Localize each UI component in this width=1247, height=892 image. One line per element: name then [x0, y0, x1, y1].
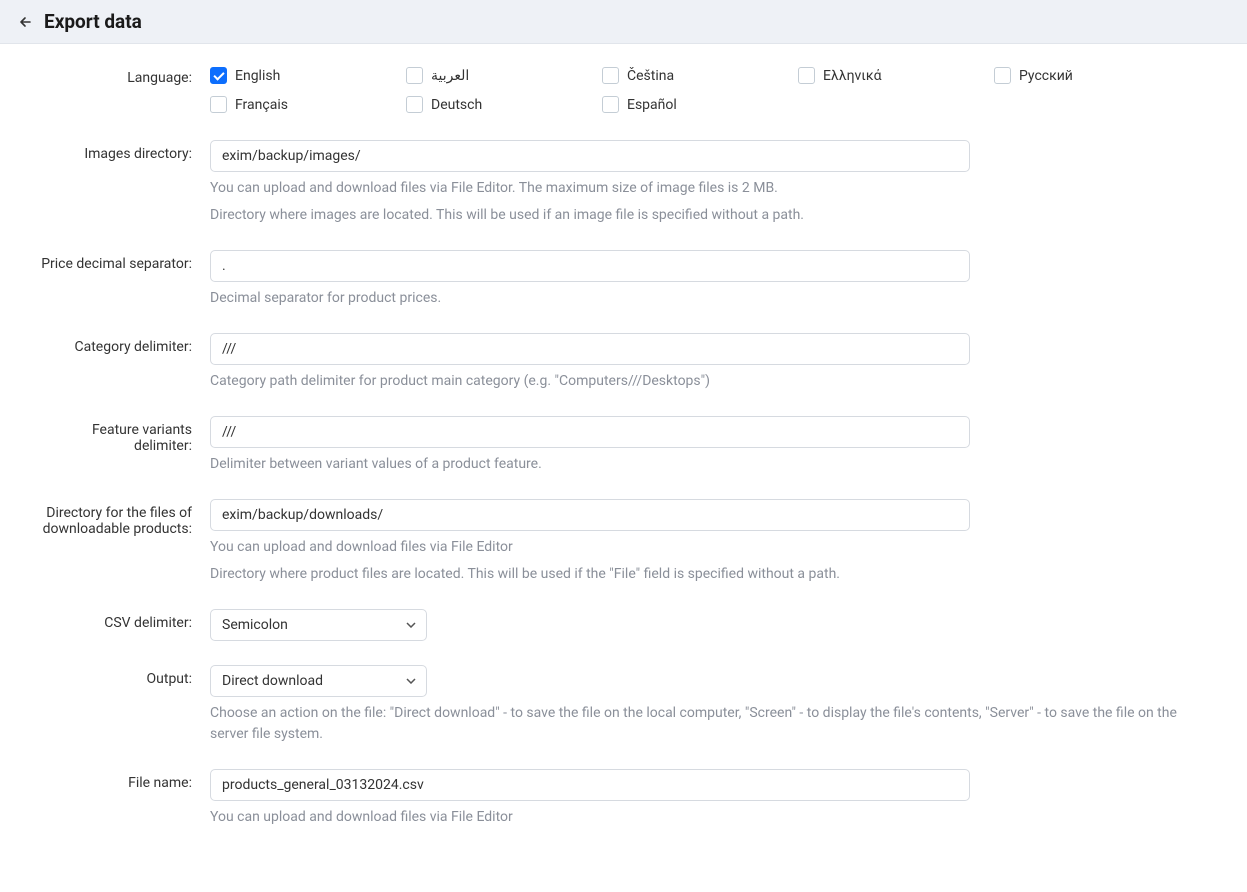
- checkbox-icon: [602, 67, 619, 84]
- language-checkbox-item[interactable]: Ελληνικά: [798, 64, 984, 87]
- download-dir-input[interactable]: [210, 499, 970, 531]
- label-filename: File name:: [40, 769, 210, 791]
- price-sep-input[interactable]: [210, 250, 970, 282]
- checkbox-icon: [210, 67, 227, 84]
- label-price-sep: Price decimal separator:: [40, 250, 210, 272]
- label-feat-delim: Feature variants delimiter:: [40, 416, 210, 454]
- checkbox-icon: [406, 96, 423, 113]
- help-text: Directory where product files are locate…: [210, 564, 1180, 585]
- language-checkbox-item[interactable]: Deutsch: [406, 93, 592, 116]
- checkbox-label: Čeština: [627, 68, 674, 84]
- checkbox-label: Русский: [1019, 68, 1073, 84]
- row-download-dir: Directory for the files of downloadable …: [40, 499, 1180, 585]
- checkbox-icon: [994, 67, 1011, 84]
- csv-delim-select[interactable]: Semicolon: [210, 609, 427, 641]
- back-button[interactable]: [18, 14, 44, 30]
- cat-delim-input[interactable]: [210, 333, 970, 365]
- help-text: You can upload and download files via Fi…: [210, 537, 1180, 558]
- row-images-dir: Images directory: You can upload and dow…: [40, 140, 1180, 226]
- help-text: Decimal separator for product prices.: [210, 288, 1180, 309]
- language-grid: English العربية Čeština Ελληνικά Русский Fran…: [210, 64, 1180, 116]
- checkbox-label: Ελληνικά: [823, 68, 882, 84]
- label-csv-delim: CSV delimiter:: [40, 609, 210, 631]
- export-form: Language: English العربية Čeština Ελληνικά Р…: [0, 44, 1220, 892]
- label-language: Language:: [40, 64, 210, 86]
- checkbox-icon: [210, 96, 227, 113]
- row-price-sep: Price decimal separator: Decimal separat…: [40, 250, 1180, 309]
- language-checkbox-item[interactable]: Français: [210, 93, 396, 116]
- help-text: Choose an action on the file: "Direct do…: [210, 703, 1180, 745]
- checkbox-label: Deutsch: [431, 97, 482, 113]
- help-text: You can upload and download files via Fi…: [210, 807, 1180, 828]
- row-filename: File name: You can upload and download f…: [40, 769, 1180, 828]
- language-checkbox-item[interactable]: العربية: [406, 64, 592, 87]
- checkbox-icon: [602, 96, 619, 113]
- feat-delim-input[interactable]: [210, 416, 970, 448]
- images-dir-input[interactable]: [210, 140, 970, 172]
- row-csv-delim: CSV delimiter: Semicolon: [40, 609, 1180, 641]
- help-text: Category path delimiter for product main…: [210, 371, 1180, 392]
- language-checkbox-item[interactable]: Español: [602, 93, 788, 116]
- row-output: Output: Direct download Choose an action…: [40, 665, 1180, 745]
- checkbox-label: Français: [235, 97, 288, 113]
- checkbox-icon: [406, 67, 423, 84]
- output-select[interactable]: Direct download: [210, 665, 427, 697]
- help-text: You can upload and download files via Fi…: [210, 178, 1180, 199]
- label-cat-delim: Category delimiter:: [40, 333, 210, 355]
- label-download-dir: Directory for the files of downloadable …: [40, 499, 210, 537]
- help-text: Delimiter between variant values of a pr…: [210, 454, 1180, 475]
- label-output: Output:: [40, 665, 210, 687]
- row-feat-delim: Feature variants delimiter: Delimiter be…: [40, 416, 1180, 475]
- page-title: Export data: [44, 10, 142, 33]
- checkbox-label: English: [235, 68, 280, 84]
- checkbox-label: العربية: [431, 68, 469, 84]
- label-images-dir: Images directory:: [40, 140, 210, 162]
- row-cat-delim: Category delimiter: Category path delimi…: [40, 333, 1180, 392]
- language-checkbox-item[interactable]: Čeština: [602, 64, 788, 87]
- header-bar: Export data: [0, 0, 1247, 44]
- help-text: Directory where images are located. This…: [210, 205, 1180, 226]
- checkbox-label: Español: [627, 97, 677, 113]
- row-language: Language: English العربية Čeština Ελληνικά Р…: [40, 64, 1180, 116]
- arrow-left-icon: [18, 14, 34, 30]
- language-checkbox-item[interactable]: English: [210, 64, 396, 87]
- language-checkbox-item[interactable]: Русский: [994, 64, 1180, 87]
- checkbox-icon: [798, 67, 815, 84]
- filename-input[interactable]: [210, 769, 970, 801]
